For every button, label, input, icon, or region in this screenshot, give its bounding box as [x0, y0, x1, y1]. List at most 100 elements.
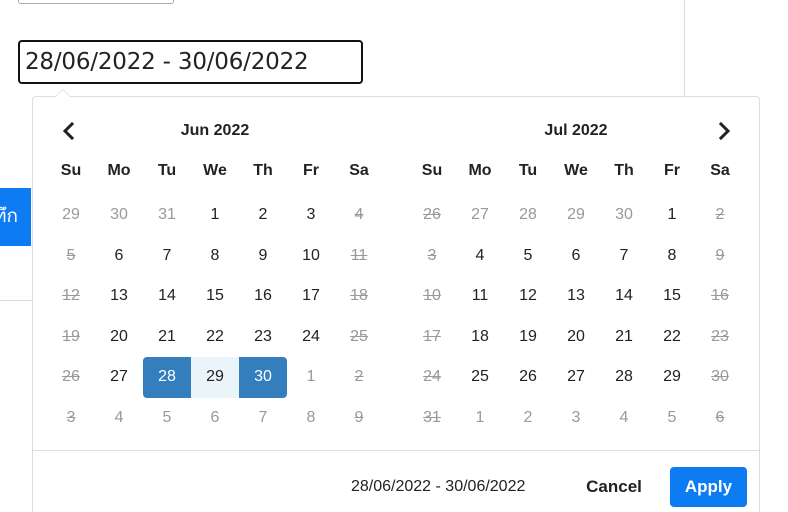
calendar-day[interactable]: 22 [648, 317, 696, 358]
calendar-day[interactable]: 28 [600, 357, 648, 398]
calendar-day[interactable]: 29 [552, 195, 600, 236]
apply-button[interactable]: Apply [670, 467, 747, 507]
calendar-day[interactable]: 14 [600, 276, 648, 317]
calendar-day[interactable]: 24 [287, 317, 335, 358]
calendar-day[interactable]: 21 [600, 317, 648, 358]
calendar-day[interactable]: 4 [95, 398, 143, 439]
date-range-input[interactable]: 28/06/2022 - 30/06/2022 [18, 40, 363, 84]
calendar-day[interactable]: 29 [648, 357, 696, 398]
calendar-day[interactable]: 13 [95, 276, 143, 317]
calendar-day[interactable]: 2 [335, 357, 383, 398]
calendar-day[interactable]: 6 [696, 398, 744, 439]
calendar-day[interactable]: 21 [143, 317, 191, 358]
weekday-header: Mo [107, 162, 131, 179]
calendar-day[interactable]: 5 [143, 398, 191, 439]
month-title: Jun 2022 [180, 122, 250, 139]
calendar-day[interactable]: 28 [143, 357, 191, 398]
calendar-day[interactable]: 8 [191, 236, 239, 277]
save-button-partial[interactable]: ทึก [0, 188, 31, 246]
calendar-day[interactable]: 3 [408, 236, 456, 277]
calendar-day[interactable]: 26 [47, 357, 95, 398]
calendar-day[interactable]: 16 [696, 276, 744, 317]
calendar-day[interactable]: 23 [239, 317, 287, 358]
calendar-day[interactable]: 11 [456, 276, 504, 317]
calendar-day[interactable]: 9 [335, 398, 383, 439]
calendar-day[interactable]: 17 [408, 317, 456, 358]
calendar-day[interactable]: 25 [456, 357, 504, 398]
calendar-day[interactable]: 5 [504, 236, 552, 277]
calendar-day[interactable]: 2 [239, 195, 287, 236]
calendar-day[interactable]: 14 [143, 276, 191, 317]
calendar-day[interactable]: 6 [552, 236, 600, 277]
calendar-day[interactable]: 20 [552, 317, 600, 358]
calendar-right: Jul 2022 Su Mo Tu We Th Fr Sa 26 27 28 29 30 1 2 3 4 5 6 7… [408, 107, 744, 438]
calendar-day[interactable]: 27 [456, 195, 504, 236]
calendar-day[interactable]: 30 [696, 357, 744, 398]
calendar-day[interactable]: 12 [47, 276, 95, 317]
calendar-day[interactable]: 1 [191, 195, 239, 236]
calendar-day[interactable]: 18 [335, 276, 383, 317]
cancel-button[interactable]: Cancel [577, 467, 651, 507]
calendar-day[interactable]: 30 [95, 195, 143, 236]
calendar-day[interactable]: 3 [47, 398, 95, 439]
calendar-day[interactable]: 4 [335, 195, 383, 236]
calendar-day[interactable]: 12 [504, 276, 552, 317]
calendar-day[interactable]: 26 [408, 195, 456, 236]
calendar-day[interactable]: 26 [504, 357, 552, 398]
calendar-day[interactable]: 15 [191, 276, 239, 317]
calendar-day[interactable]: 27 [95, 357, 143, 398]
calendar-day[interactable]: 27 [552, 357, 600, 398]
calendar-day[interactable]: 25 [335, 317, 383, 358]
calendar-day[interactable]: 7 [143, 236, 191, 277]
calendar-day[interactable]: 4 [600, 398, 648, 439]
calendar-day[interactable]: 24 [408, 357, 456, 398]
calendar-day[interactable]: 5 [648, 398, 696, 439]
calendar-day[interactable]: 9 [696, 236, 744, 277]
calendar-day[interactable]: 29 [47, 195, 95, 236]
calendar-grid: Su Mo Tu We Th Fr Sa 29 30 31 1 2 3 4 5 6 7 8 9 10 11 12 13 14 1… [47, 155, 383, 438]
calendar-day[interactable]: 3 [552, 398, 600, 439]
calendar-day[interactable]: 31 [143, 195, 191, 236]
calendar-day[interactable]: 1 [648, 195, 696, 236]
calendar-day[interactable]: 4 [456, 236, 504, 277]
calendar-day[interactable]: 29 [191, 357, 239, 398]
calendar-day[interactable]: 6 [191, 398, 239, 439]
calendar-day[interactable]: 3 [287, 195, 335, 236]
calendar-day[interactable]: 1 [287, 357, 335, 398]
calendar-day[interactable]: 13 [552, 276, 600, 317]
calendar-day[interactable]: 18 [456, 317, 504, 358]
calendar-day[interactable]: 28 [504, 195, 552, 236]
calendar-day[interactable]: 30 [239, 357, 287, 398]
calendar-day[interactable]: 17 [287, 276, 335, 317]
calendar-day[interactable]: 2 [504, 398, 552, 439]
calendar-day[interactable]: 15 [648, 276, 696, 317]
calendar-day[interactable]: 11 [335, 236, 383, 277]
date-range-picker: Jun 2022 Su Mo Tu We Th Fr Sa 29 30 31 1 2 3 4 5 6 7 8 9 10… [32, 89, 760, 512]
calendar-day[interactable]: 6 [95, 236, 143, 277]
weekday-header: Sa [710, 162, 730, 179]
calendar-day[interactable]: 10 [287, 236, 335, 277]
calendar-day[interactable]: 30 [600, 195, 648, 236]
calendar-day[interactable]: 19 [504, 317, 552, 358]
previous-input-field[interactable] [18, 0, 174, 4]
calendar-day[interactable]: 1 [456, 398, 504, 439]
calendar-day[interactable]: 23 [696, 317, 744, 358]
calendar-day[interactable]: 19 [47, 317, 95, 358]
calendar-day[interactable]: 5 [47, 236, 95, 277]
weekday-header: Th [614, 162, 634, 179]
calendar-grid: Su Mo Tu We Th Fr Sa 26 27 28 29 30 1 2 3 4 5 6 7 8 9 10 11 12 1… [408, 155, 744, 438]
calendar-day[interactable]: 9 [239, 236, 287, 277]
calendar-day[interactable]: 31 [408, 398, 456, 439]
calendar-day[interactable]: 10 [408, 276, 456, 317]
calendar-day[interactable]: 8 [648, 236, 696, 277]
calendar-day[interactable]: 8 [287, 398, 335, 439]
chevron-right-icon[interactable] [712, 119, 736, 143]
weekday-header: Tu [157, 162, 177, 179]
calendar-day[interactable]: 20 [95, 317, 143, 358]
calendar-day[interactable]: 22 [191, 317, 239, 358]
calendar-day[interactable]: 16 [239, 276, 287, 317]
calendar-day[interactable]: 7 [239, 398, 287, 439]
calendar-day[interactable]: 2 [696, 195, 744, 236]
calendar-day[interactable]: 7 [600, 236, 648, 277]
weekday-header: Su [421, 162, 443, 179]
